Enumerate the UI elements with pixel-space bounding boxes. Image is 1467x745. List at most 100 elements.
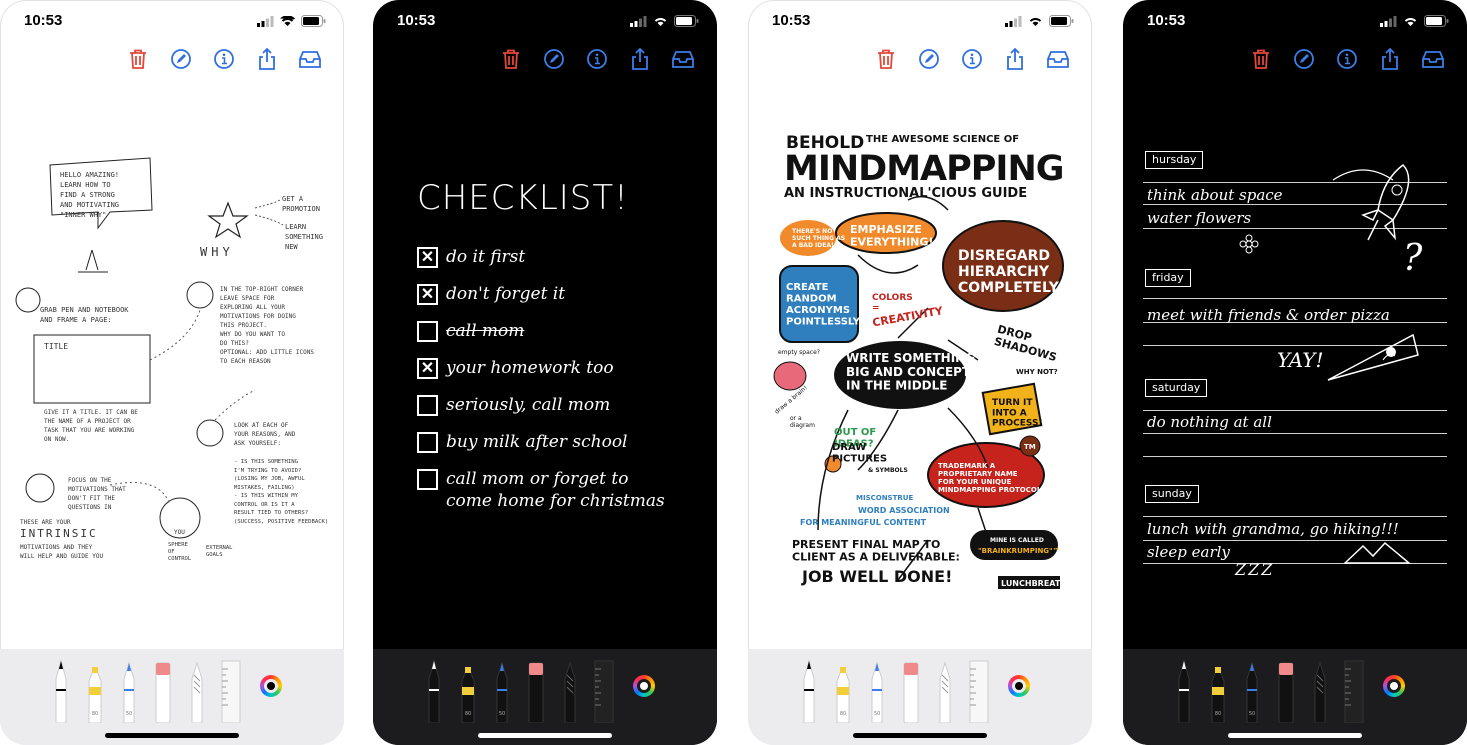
markup-button[interactable] [542,46,566,72]
checklist-title: CHECKLIST! [417,178,629,218]
checkbox-unchecked[interactable] [417,432,438,453]
eraser-tool[interactable] [1275,657,1297,723]
tool-picker: 80 50 [50,657,242,723]
markup-button[interactable] [169,46,193,72]
color-picker-button[interactable] [633,675,655,697]
day-banner-sunday: sunday [1145,485,1199,503]
markup-button[interactable] [1292,46,1316,72]
info-button[interactable] [960,46,984,72]
eraser-tool[interactable] [152,657,174,723]
checkbox-unchecked[interactable] [417,321,438,342]
ruler-tool[interactable] [968,657,990,723]
color-picker-button[interactable] [260,675,282,697]
sketch-lines [15,157,284,539]
note-learn: LEARN SOMETHING NEW [285,223,323,251]
marker-tool[interactable]: 80 [832,657,854,723]
note-why: WHY [200,245,234,259]
delete-button[interactable] [874,46,898,72]
drawing-canvas[interactable]: CHECKLIST! ✕ do it first ✕ don't forget it… [373,90,717,649]
day-banner-friday: friday [1145,269,1191,287]
phone-screen-4: 10:53 hursday think about space water fl… [1123,0,1467,745]
info-icon [1337,49,1357,69]
battery-icon [674,15,699,27]
bubble-symbols: & SYMBOLS [868,467,908,474]
drawing-canvas[interactable]: BEHOLD THE AWESOME SCIENCE OF MINDMAPPIN… [748,90,1092,649]
color-picker-button[interactable] [1383,675,1405,697]
mindmap-subtitle-science: THE AWESOME SCIENCE OF [866,134,1019,145]
archive-button[interactable] [298,46,322,72]
mindmap-title: MINDMAPPING [784,149,1063,189]
color-picker-button[interactable] [1008,675,1030,697]
marker-tool[interactable]: 80 [457,657,479,723]
share-button[interactable] [255,46,279,72]
marker-tool[interactable]: 80 [1207,657,1229,723]
info-button[interactable] [212,46,236,72]
pen-tool[interactable] [798,657,820,723]
pen-tool[interactable] [50,657,72,723]
eraser-tool[interactable] [525,657,547,723]
pencil-circle-icon [544,49,564,69]
signal-icon [1005,15,1022,27]
delete-button[interactable] [1249,46,1273,72]
pencil-tool[interactable]: 50 [1241,657,1263,723]
info-button[interactable] [1335,46,1359,72]
checklist-item[interactable]: call mom or forget to come home for chri… [417,468,697,512]
home-indicator [105,733,239,738]
ruler-tool[interactable] [593,657,615,723]
checkbox-unchecked[interactable] [417,469,438,490]
status-icons [630,15,699,27]
lasso-tool[interactable] [186,657,208,723]
share-button[interactable] [1003,46,1027,72]
archive-button[interactable] [1046,46,1070,72]
archive-button[interactable] [671,46,695,72]
delete-button[interactable] [126,46,150,72]
pencil-tool[interactable]: 50 [866,657,888,723]
drawing-canvas[interactable]: HELLO AMAZING! LEARN HOW TO FIND A STRON… [0,90,344,649]
bubble-tm: TM [1024,443,1036,451]
checkbox-unchecked[interactable] [417,395,438,416]
current-color-dot [1015,682,1023,690]
share-button[interactable] [628,46,652,72]
bubble-empty-space: empty space? [778,349,820,356]
phone-screen-2: 10:53 CHECKLIST! ✕ do it first ✕ don't for… [373,0,717,745]
eraser-tool[interactable] [900,657,922,723]
pen-tool[interactable] [1173,657,1195,723]
lasso-tool[interactable] [934,657,956,723]
delete-button[interactable] [499,46,523,72]
markup-button[interactable] [917,46,941,72]
pencil-tool[interactable]: 50 [491,657,513,723]
bubble-creativity: CREATIVITY [871,304,945,329]
info-button[interactable] [585,46,609,72]
checkbox-checked[interactable]: ✕ [417,284,438,305]
checklist-item[interactable]: ✕ do it first [417,246,697,268]
checklist-item[interactable]: ✕ your homework too [417,357,697,379]
ruled-line [1143,456,1447,457]
pen-tool[interactable] [423,657,445,723]
share-button[interactable] [1378,46,1402,72]
current-color-dot [1390,682,1398,690]
checklist-item-text: buy milk after school [446,432,628,452]
lasso-tool[interactable] [1309,657,1331,723]
svg-text:80: 80 [1215,711,1221,717]
note-questions: - IS THIS SOMETHING I'M TRYING TO AVOID?… [234,459,329,525]
zzz-doodle: ZZZ [1235,560,1275,579]
checklist-item[interactable]: seriously, call mom [417,394,697,416]
checklist-item[interactable]: ✕ don't forget it [417,283,697,305]
checklist-item[interactable]: call mom [417,320,697,342]
ruler-tool[interactable] [1343,657,1365,723]
share-icon [1382,47,1398,70]
planner-entry: lunch with grandma, go hiking!!! [1147,520,1399,538]
drawing-canvas[interactable]: hursday think about space water flowers … [1123,90,1467,649]
svg-text:80: 80 [465,711,471,717]
trash-icon [503,49,519,69]
archive-button[interactable] [1421,46,1445,72]
checkbox-checked[interactable]: ✕ [417,358,438,379]
checkbox-checked[interactable]: ✕ [417,247,438,268]
share-icon [632,47,648,70]
pencil-tool[interactable]: 50 [118,657,140,723]
status-time: 10:53 [397,12,436,29]
ruler-tool[interactable] [220,657,242,723]
lasso-tool[interactable] [559,657,581,723]
checklist-item[interactable]: buy milk after school [417,431,697,453]
marker-tool[interactable]: 80 [84,657,106,723]
